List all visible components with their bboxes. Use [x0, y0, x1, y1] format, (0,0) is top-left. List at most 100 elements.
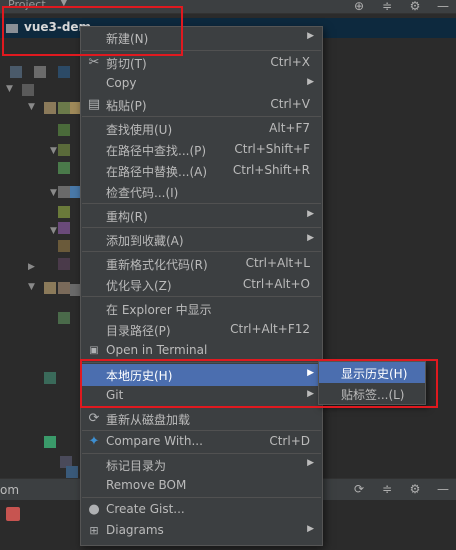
menu-item-label: 重新从磁盘加载: [106, 413, 191, 427]
menu-item-shortcut: Ctrl+Shift+R: [232, 163, 310, 177]
menu-item-label: 标记目录为: [106, 459, 167, 473]
file-icon: [58, 206, 70, 218]
annotation-box-new: [2, 6, 183, 56]
menu-separator: [82, 296, 321, 297]
folder-icon: [44, 282, 56, 294]
menu-item-paste[interactable]: ▤ 粘贴(P) Ctrl+V: [81, 94, 322, 116]
file-icon: [58, 222, 70, 234]
menu-item-find-in-path[interactable]: 在路径中查找...(P) Ctrl+Shift+F: [81, 139, 322, 161]
diagrams-icon: ⊞: [89, 524, 99, 537]
tree-expand-icon[interactable]: ▼: [50, 188, 57, 198]
menu-item-label: Remove BOM: [106, 478, 187, 492]
tree-expand-icon[interactable]: ▼: [6, 84, 13, 94]
file-icon: [58, 102, 70, 114]
submenu-arrow-icon: ▶: [307, 31, 314, 41]
tree-expand-icon[interactable]: ▼: [28, 102, 35, 112]
tree-expand-icon[interactable]: ▼: [28, 282, 35, 292]
menu-item-shortcut: Ctrl+V: [270, 97, 310, 111]
file-icon: [58, 312, 70, 324]
file-icon: [34, 66, 46, 78]
file-icon: [66, 466, 78, 478]
menu-item-shortcut: Ctrl+Alt+L: [245, 256, 310, 270]
run-panel-title[interactable]: om: [0, 483, 19, 497]
menu-item-label: 优化导入(Z): [106, 279, 172, 293]
menu-item-inspect-code[interactable]: 检查代码...(I): [81, 181, 322, 203]
menu-item-label: 在 Explorer 中显示: [106, 303, 212, 317]
menu-item-refactor[interactable]: 重构(R) ▶: [81, 205, 322, 227]
menu-item-label: 检查代码...(I): [106, 186, 179, 200]
menu-separator: [82, 497, 321, 498]
file-icon: [58, 186, 70, 198]
file-icon: [44, 372, 56, 384]
menu-item-directory-path[interactable]: 目录路径(P) Ctrl+Alt+F12: [81, 319, 322, 341]
menu-item-add-to-favorites[interactable]: 添加到收藏(A) ▶: [81, 229, 322, 251]
context-menu: 新建(N) ▶ ✂ 剪切(T) Ctrl+X Copy ▶ ▤ 粘贴(P) Ct…: [80, 26, 323, 546]
menu-item-create-gist[interactable]: ● Create Gist...: [81, 499, 322, 521]
collapse-icon[interactable]: ≑: [380, 0, 394, 13]
menu-item-label: 粘贴(P): [106, 99, 147, 113]
menu-item-label: 在路径中查找...(P): [106, 144, 207, 158]
refresh-icon[interactable]: ⟳: [352, 482, 366, 496]
run-panel-header-icons: ⟳ ≑ ⚙ —: [352, 482, 450, 496]
folder-icon: [44, 102, 56, 114]
submenu-arrow-icon: ▶: [307, 458, 314, 468]
collapse-icon[interactable]: ≑: [380, 482, 394, 496]
github-icon: ●: [88, 502, 100, 517]
annotation-box-local-history: [80, 359, 438, 408]
menu-item-mark-directory-as[interactable]: 标记目录为 ▶: [81, 454, 322, 476]
menu-item-shortcut: Ctrl+Alt+F12: [230, 322, 310, 336]
file-icon: [58, 162, 70, 174]
tree-expand-icon[interactable]: ▶: [28, 262, 35, 272]
menu-item-replace-in-path[interactable]: 在路径中替换...(A) Ctrl+Shift+R: [81, 160, 322, 182]
gear-icon[interactable]: ⚙: [408, 0, 422, 13]
menu-item-find-usages[interactable]: 查找使用(U) Alt+F7: [81, 118, 322, 140]
reload-icon: ⟳: [88, 411, 100, 426]
menu-item-compare-with[interactable]: ✦ Compare With... Ctrl+D: [81, 431, 322, 453]
menu-item-label: 在路径中替换...(A): [106, 165, 208, 179]
menu-item-label: Copy: [106, 76, 137, 90]
project-header-icons: ⊕ ≑ ⚙ —: [352, 0, 450, 13]
menu-item-label: 重新格式化代码(R): [106, 258, 208, 272]
file-icon: [58, 258, 70, 270]
file-icon: [10, 66, 22, 78]
menu-item-label: 添加到收藏(A): [106, 234, 184, 248]
gear-icon[interactable]: ⚙: [408, 482, 422, 496]
submenu-arrow-icon: ▶: [307, 209, 314, 219]
menu-item-reformat-code[interactable]: 重新格式化代码(R) Ctrl+Alt+L: [81, 253, 322, 275]
menu-item-shortcut: Ctrl+X: [270, 55, 310, 69]
file-icon: [44, 436, 56, 448]
file-icon: [58, 124, 70, 136]
menu-item-show-in-explorer[interactable]: 在 Explorer 中显示: [81, 298, 322, 320]
menu-item-label: 剪切(T): [106, 57, 147, 71]
tree-expand-icon[interactable]: ▼: [50, 226, 57, 236]
menu-item-shortcut: Alt+F7: [269, 121, 310, 135]
scissors-icon: ✂: [88, 55, 100, 70]
file-icon: [58, 240, 70, 252]
menu-item-optimize-imports[interactable]: 优化导入(Z) Ctrl+Alt+O: [81, 274, 322, 296]
menu-item-label: Compare With...: [106, 434, 203, 448]
menu-item-reload-from-disk[interactable]: ⟳ 重新从磁盘加载: [81, 408, 322, 430]
file-icon: [58, 66, 70, 78]
file-icon: [58, 144, 70, 156]
submenu-arrow-icon: ▶: [307, 77, 314, 87]
file-icon: [58, 282, 70, 294]
tree-expand-icon[interactable]: ▼: [50, 146, 57, 156]
folder-icon: [22, 84, 34, 96]
menu-item-copy[interactable]: Copy ▶: [81, 73, 322, 95]
compare-icon: ✦: [88, 434, 100, 449]
menu-item-diagrams[interactable]: ⊞ Diagrams ▶: [81, 520, 322, 542]
stop-icon[interactable]: [6, 507, 20, 521]
menu-item-label: 目录路径(P): [106, 324, 171, 338]
menu-item-shortcut: Ctrl+D: [269, 434, 310, 448]
menu-item-label: 查找使用(U): [106, 123, 173, 137]
minimize-icon[interactable]: —: [436, 0, 450, 13]
menu-item-label: 重构(R): [106, 210, 148, 224]
menu-separator: [82, 203, 321, 204]
menu-item-remove-bom[interactable]: Remove BOM: [81, 475, 322, 497]
clipboard-icon: ▤: [87, 97, 101, 112]
terminal-icon: ▣: [89, 345, 99, 356]
minimize-icon[interactable]: —: [436, 482, 450, 496]
menu-item-label: Create Gist...: [106, 502, 185, 516]
menu-item-shortcut: Ctrl+Alt+O: [242, 277, 310, 291]
crosshair-icon[interactable]: ⊕: [352, 0, 366, 13]
